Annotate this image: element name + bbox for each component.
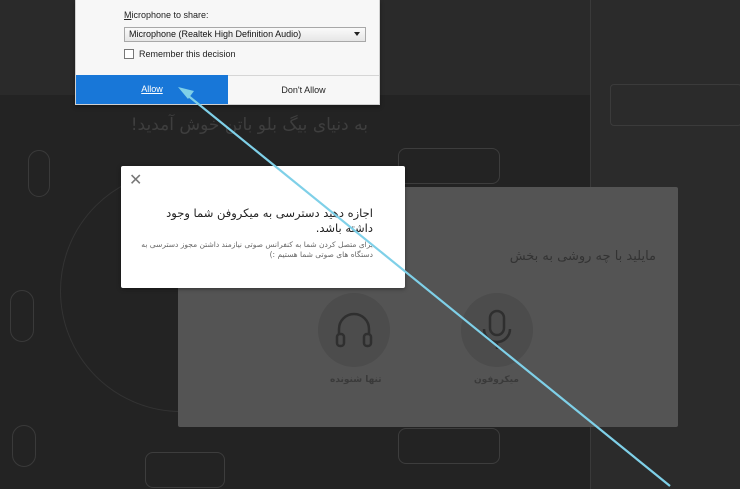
annotation-arrow — [178, 87, 671, 487]
